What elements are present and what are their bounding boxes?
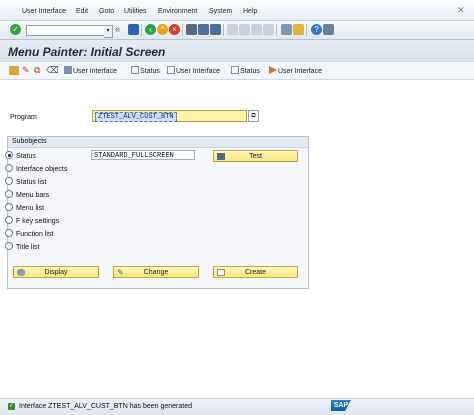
success-check-icon: ✓ [8,403,15,410]
status-bar: ✓ Interface ZTEST_ALV_CUST_BTN has been … [0,398,474,415]
user-interface-button-3[interactable]: User Interface [269,66,322,77]
menu-environment[interactable]: Environment [158,8,197,15]
program-label: Program [10,114,37,121]
print-icon[interactable] [186,24,197,35]
edit-pencil-icon[interactable]: ✎ [22,66,31,75]
radio-button[interactable] [5,177,13,185]
status-input[interactable]: STANDARD_FULLSCREEN [91,150,195,160]
display-button[interactable]: Display [13,266,99,278]
find-icon[interactable] [198,24,209,35]
radio-interface-objects[interactable]: Interface objects [5,164,67,174]
collapse-icon[interactable]: « [115,24,120,34]
test-button[interactable]: Test [213,150,298,162]
command-history-dropdown[interactable]: ▾ [104,25,113,38]
radio-button[interactable] [5,242,13,250]
sap-logo: SAP [331,400,351,411]
cancel-icon[interactable]: × [169,24,180,35]
radio-button[interactable] [5,190,13,198]
delete-icon[interactable]: ⌫ [46,66,59,75]
radio-button[interactable] [5,229,13,237]
status-icon [131,66,139,74]
interface-icon [167,66,175,74]
menu-help[interactable]: Help [243,8,257,15]
window-close-icon[interactable]: ✕ [454,4,468,16]
radio-menu-list[interactable]: Menu list [5,203,44,213]
user-interface-button-2[interactable]: User Interface [167,66,220,77]
value-help-icon[interactable]: ⧉ [248,110,259,122]
change-button[interactable]: ✎ Change [113,266,199,278]
command-field[interactable] [26,25,105,36]
first-page-icon[interactable] [227,24,238,35]
program-input-value: ZTEST_ALV_CUST_BTN [95,112,177,122]
radio-f-key-settings[interactable]: F key settings [5,216,59,226]
toolbar-separator [223,24,224,36]
find-next-icon[interactable] [210,24,221,35]
back-icon[interactable]: ‹ [145,24,156,35]
subobjects-header: Subobjects [8,137,308,148]
status-icon [231,66,239,74]
status-button[interactable]: Status [131,66,160,77]
radio-status[interactable]: Status [5,151,36,161]
menu-bar: User Interface Edit Goto Utilities Envir… [0,0,474,21]
radio-button[interactable] [5,164,13,172]
toolbar-separator [141,24,142,36]
toolbar-separator [182,24,183,36]
radio-status-list[interactable]: Status list [5,177,46,187]
menu-system[interactable]: System [209,8,232,15]
title-bar: Menu Painter: Initial Screen [0,40,474,62]
menu-user-interface[interactable]: User Interface [22,8,66,15]
status-button-2[interactable]: Status [231,66,260,77]
page-title: Menu Painter: Initial Screen [8,45,166,59]
subobjects-title: Subobjects [12,138,47,145]
other-object-icon[interactable] [9,66,19,75]
radio-button-selected[interactable] [5,151,13,159]
menu-edit[interactable]: Edit [76,8,88,15]
radio-menu-bars[interactable]: Menu bars [5,190,49,200]
prev-page-icon[interactable] [239,24,250,35]
status-message[interactable]: Interface ZTEST_ALV_CUST_BTN has been ge… [19,403,192,410]
menu-goto[interactable]: Goto [99,8,114,15]
radio-title-list[interactable]: Title list [5,242,39,252]
create-button[interactable]: Create [213,266,298,278]
radio-button[interactable] [5,203,13,211]
exit-icon[interactable]: ^ [157,24,168,35]
interface-icon [64,66,72,74]
menu-utilities[interactable]: Utilities [124,8,147,15]
application-toolbar: ✎ ⧉ ⌫ User Interface Status User Interfa… [0,63,474,80]
toolbar-separator [306,24,307,36]
program-input[interactable]: ZTEST_ALV_CUST_BTN [92,110,247,122]
save-icon[interactable] [128,24,139,35]
standard-toolbar: ✓ ▾ « ‹ ^ × ? [0,21,474,40]
next-page-icon[interactable] [251,24,262,35]
interface-arrow-icon [269,66,277,74]
help-icon[interactable]: ? [311,24,322,35]
radio-button[interactable] [5,216,13,224]
enter-icon[interactable]: ✓ [10,24,21,35]
user-interface-button[interactable]: User Interface [64,66,117,77]
copy-icon[interactable]: ⧉ [34,66,43,75]
new-session-icon[interactable] [281,24,292,35]
customize-icon[interactable] [323,24,334,35]
shortcut-icon[interactable] [293,24,304,35]
radio-function-list[interactable]: Function list [5,229,53,239]
toolbar-separator [276,24,277,36]
last-page-icon[interactable] [263,24,274,35]
